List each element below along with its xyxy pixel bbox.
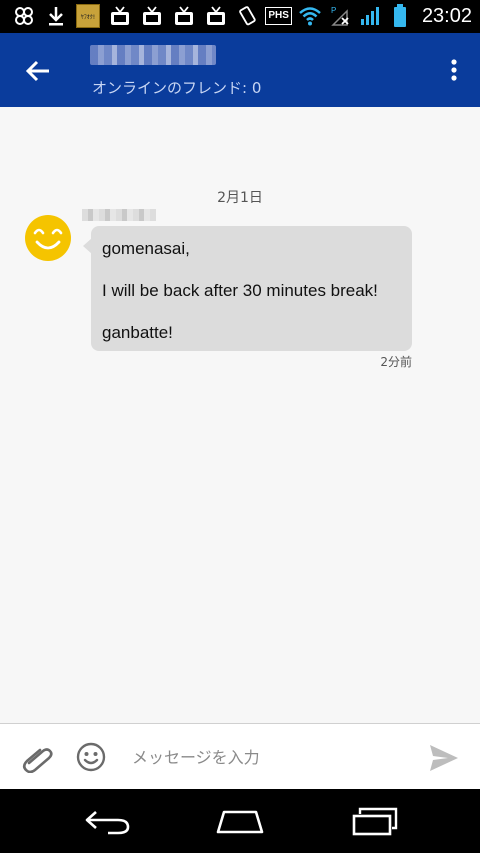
ad-icon: ﾔﾌｵｸ!	[76, 4, 100, 28]
home-icon	[216, 810, 264, 834]
message-timestamp: 2分前	[380, 355, 412, 369]
svg-text:P: P	[331, 6, 336, 15]
nav-back-button[interactable]	[77, 803, 137, 839]
phs-icon: PHS	[265, 7, 292, 25]
app-bar: オンラインのフレンド: 0	[0, 33, 480, 107]
battery-icon	[388, 4, 412, 28]
tv-icon	[108, 4, 132, 28]
signal-icon: P	[328, 4, 352, 28]
attach-button[interactable]	[20, 743, 54, 774]
recent-apps-icon	[352, 807, 398, 836]
emoji-button[interactable]	[75, 741, 107, 773]
online-friends-status: オンラインのフレンド: 0	[92, 79, 262, 97]
date-divider: 2月1日	[217, 190, 263, 206]
message-input[interactable]	[128, 740, 416, 774]
download-icon	[44, 4, 68, 28]
nav-home-button[interactable]	[210, 803, 270, 839]
message-line: gomenasai,	[102, 239, 190, 258]
more-vertical-icon	[451, 59, 457, 81]
message-list[interactable]: 2月1日 gomenasai, I will be back after 30 …	[0, 107, 480, 723]
overflow-menu-button[interactable]	[442, 53, 466, 87]
back-arrow-icon	[85, 811, 130, 835]
send-icon	[430, 745, 458, 771]
navigation-bar	[0, 789, 480, 853]
message-line: I will be back after 30 minutes break!	[102, 281, 378, 300]
tv-icon	[204, 4, 228, 28]
app-notification-icon	[12, 4, 36, 28]
notification-icons: ﾔﾌｵｸ!	[12, 4, 228, 28]
nav-recents-button[interactable]	[345, 803, 405, 839]
signal-bars-icon	[358, 4, 382, 28]
tv-icon	[172, 4, 196, 28]
clock: 23:02	[421, 4, 472, 27]
paperclip-icon	[22, 748, 53, 774]
conversation-title-redacted	[90, 45, 216, 65]
message-composer	[0, 723, 480, 789]
sender-name-redacted	[82, 209, 156, 221]
vibrate-icon	[235, 4, 259, 28]
smiley-face-icon	[25, 215, 71, 261]
emoji-icon	[76, 742, 106, 772]
message-bubble[interactable]: gomenasai, I will be back after 30 minut…	[91, 226, 412, 351]
avatar[interactable]	[24, 214, 72, 262]
back-button[interactable]	[18, 53, 58, 89]
tv-icon	[140, 4, 164, 28]
wifi-icon	[298, 4, 322, 28]
message-line: ganbatte!	[102, 323, 173, 342]
system-icons: PHS P 23:02	[235, 4, 472, 28]
send-button[interactable]	[428, 743, 460, 773]
status-bar: ﾔﾌｵｸ! PHS P 23:02	[0, 0, 480, 33]
arrow-left-icon	[25, 60, 49, 82]
